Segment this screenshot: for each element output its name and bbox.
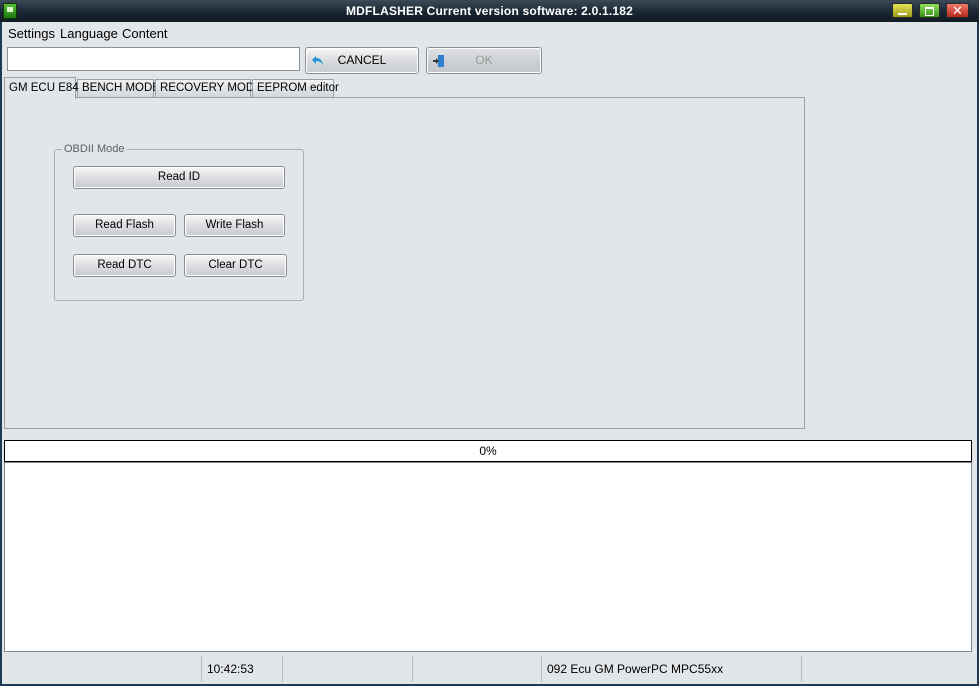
read-flash-button[interactable]: Read Flash [73, 214, 176, 237]
status-cell-6 [802, 656, 977, 682]
client-area: Settings Language Content CANCEL OK GM E… [2, 22, 977, 684]
read-dtc-button[interactable]: Read DTC [73, 254, 176, 277]
menu-content[interactable]: Content [122, 26, 168, 41]
log-output[interactable] [4, 462, 972, 652]
status-time: 10:42:53 [202, 656, 283, 682]
obdii-mode-group: OBDII Mode Read ID Read Flash Write Flas… [54, 143, 304, 301]
tab-eeprom-editor[interactable]: EEPROM editor [252, 79, 339, 98]
ok-label: OK [475, 53, 493, 67]
status-cell-4 [413, 656, 542, 682]
tab-bench-mode[interactable]: BENCH MODE [77, 79, 160, 98]
status-cell-1 [2, 656, 202, 682]
status-ecu-type: 092 Ecu GM PowerPC MPC55xx [542, 656, 802, 682]
menu-bar: Settings Language Content [2, 22, 977, 44]
read-id-button[interactable]: Read ID [73, 166, 285, 189]
group-title: OBDII Mode [62, 143, 127, 155]
clear-dtc-button[interactable]: Clear DTC [184, 254, 287, 277]
exit-door-icon [433, 55, 444, 67]
progress-bar: 0% [4, 440, 972, 462]
menu-language[interactable]: Language [60, 26, 118, 41]
status-bar: 10:42:53 092 Ecu GM PowerPC MPC55xx [2, 654, 977, 684]
close-icon[interactable]: ✕ [946, 3, 969, 18]
cancel-label: CANCEL [337, 53, 387, 67]
window-title: MDFLASHER Current version software: 2.0.… [345, 4, 634, 18]
ok-button[interactable]: OK [426, 47, 542, 74]
status-cell-3 [283, 656, 413, 682]
app-window: MDFLASHER Current version software: 2.0.… [0, 0, 979, 686]
close-glyph: ✕ [952, 3, 963, 18]
write-flash-button[interactable]: Write Flash [184, 214, 285, 237]
tab-gm-ecu-e84[interactable]: GM ECU E84 [4, 77, 79, 99]
tab-recovery-mode[interactable]: RECOVERY MODE [155, 79, 262, 98]
progress-text: 0% [479, 444, 497, 458]
cancel-button[interactable]: CANCEL [305, 47, 419, 74]
maximize-icon[interactable] [919, 3, 940, 18]
minimize-icon[interactable] [892, 3, 913, 18]
command-input[interactable] [7, 47, 300, 71]
undo-arrow-icon [312, 56, 323, 66]
title-bar[interactable]: MDFLASHER Current version software: 2.0.… [0, 0, 979, 22]
tab-panel-gm-ecu-e84: OBDII Mode Read ID Read Flash Write Flas… [4, 97, 805, 429]
menu-settings[interactable]: Settings [8, 26, 55, 41]
